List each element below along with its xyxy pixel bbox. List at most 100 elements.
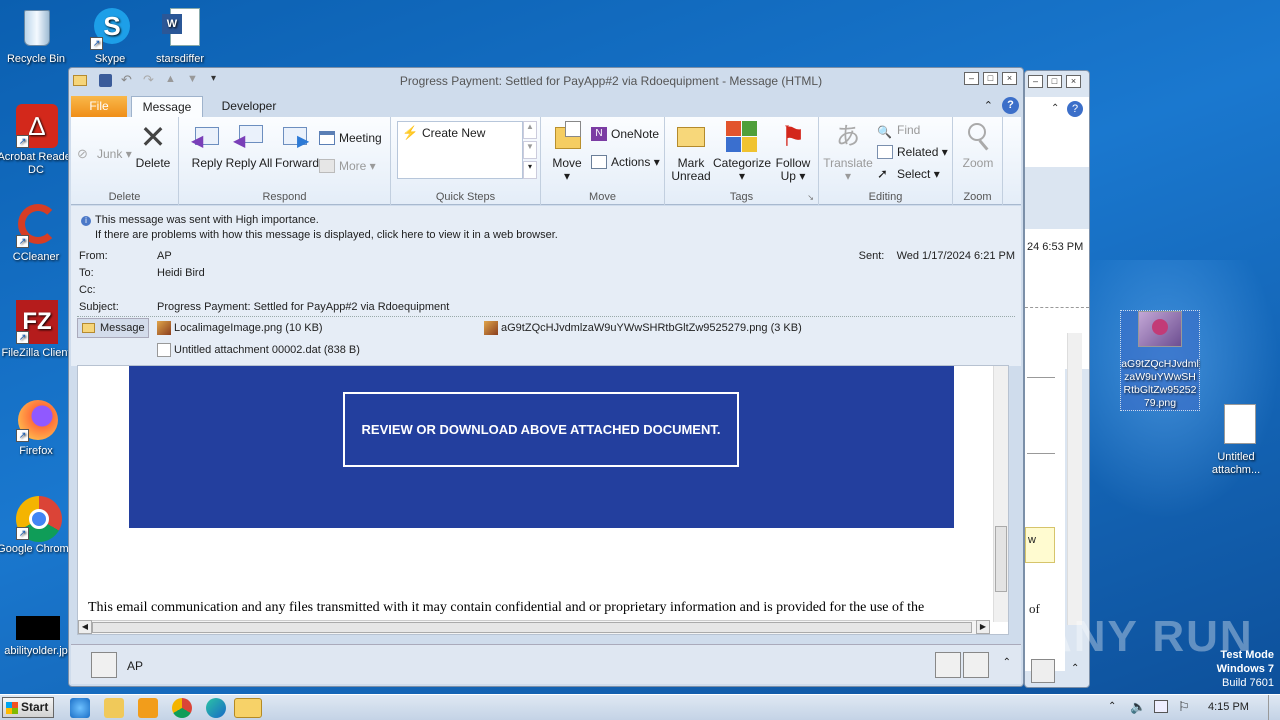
message-window[interactable]: ↶ ↷ ▲ ▼ ▾ Progress Payment: Settled for … [68,67,1024,687]
hscroll-thumb[interactable] [92,622,972,633]
junk-button[interactable]: ⊘ Junk ▾ [77,145,132,163]
chrome-icon[interactable] [172,698,192,718]
review-download-button[interactable]: REVIEW OR DOWNLOAD ABOVE ATTACHED DOCUME… [343,392,739,467]
mark-unread-button[interactable]: Mark Unread [667,121,715,183]
attachment-png[interactable]: aG9tZQcHJvdmlzaW9uYWwSHRtbGltZw9525279.p… [484,320,802,336]
volume-icon[interactable]: 🔈 [1130,699,1146,715]
quick-steps-scroll-down-icon[interactable]: ▼ [523,141,537,159]
ribbon-tabs: File Message Developer ⌃ ? [71,94,1021,118]
sent-time-partial: 24 6:53 PM [1027,241,1084,253]
select-button[interactable]: ➚ Select ▾ [877,165,940,183]
close-icon[interactable]: × [1066,75,1081,88]
onenote-button[interactable]: N OneNote [591,125,659,143]
title-bar[interactable]: ↶ ↷ ▲ ▼ ▾ Progress Payment: Settled for … [69,68,1023,94]
zoom-button[interactable]: Zoom [954,121,1002,170]
show-desktop-button[interactable] [1268,695,1280,720]
related-icon [877,145,893,159]
action-center-flag-icon[interactable]: ⚐ [1178,699,1190,715]
maximize-icon[interactable]: □ [983,72,998,85]
help-icon[interactable]: ? [1002,97,1019,114]
people-pane-expand-icon[interactable]: ⌃ [1071,663,1079,674]
quick-steps-more-icon[interactable]: ▾ [523,161,537,179]
group-label-quick-steps: Quick Steps [435,191,496,203]
tab-message[interactable]: Message [131,96,203,118]
message-header: i This message was sent with High import… [71,206,1021,366]
delete-x-icon: ✕ [139,119,167,155]
move-button[interactable]: Move ▾ [543,121,591,183]
google-chrome-icon[interactable]: ↗ Google Chrome [0,496,76,556]
delete-button[interactable]: ✕ Delete [129,121,177,170]
vertical-scrollbar[interactable] [993,366,1008,622]
from-value[interactable]: AP [157,250,172,262]
untitled-attachment-file-icon[interactable]: Untitled attachm... [1196,404,1276,477]
ccleaner-icon[interactable]: ↗ CCleaner [0,204,76,264]
maximize-icon[interactable]: □ [1047,75,1062,88]
message-attachment-tab[interactable]: Message [77,318,149,338]
quick-steps-scroll-up-icon[interactable]: ▲ [523,121,537,139]
tab-file[interactable]: File [71,96,127,118]
media-player-icon[interactable] [138,698,158,718]
minimize-icon[interactable]: – [964,72,979,85]
png-file-icon[interactable]: aG9tZQcHJvdmlzaW9uYWwSHRtbGltZw9525279.p… [1120,310,1200,411]
people-name[interactable]: AP [127,659,143,673]
recycle-bin-icon[interactable]: Recycle Bin [0,6,76,66]
background-window[interactable]: – □ × ? ⌃ 24 6:53 PM w of ⌃ [1024,70,1090,688]
more-respond-button[interactable]: More ▾ [319,157,376,175]
group-label-zoom: Zoom [963,191,992,203]
clock[interactable]: 4:15 PM [1208,701,1249,713]
word-doc-icon[interactable]: W starsdiffer [140,6,220,66]
translate-button[interactable]: あ Translate ▾ [821,121,875,183]
vertical-scrollbar[interactable] [1067,333,1082,625]
explorer-icon[interactable] [104,698,124,718]
forward-button[interactable]: ▶ Forward [273,121,321,170]
cursor-icon: ➚ [877,166,888,181]
sent-row: Sent: Wed 1/17/2024 6:21 PM [858,250,1015,262]
quick-steps-gallery[interactable]: ⚡ Create New [397,121,523,179]
people-pane-expand-icon[interactable]: ⌃ [1003,657,1011,668]
group-move: Move ▾ N OneNote Actions ▾ Move [541,117,665,205]
file-icon [157,343,171,357]
attachment-localimage[interactable]: LocalimageImage.png (10 KB) [157,320,323,336]
ie-icon[interactable] [70,698,90,718]
skype-icon[interactable]: S ↗ Skype [70,6,150,66]
group-tags: Mark Unread Categorize ▾ ⚑ Follow Up ▾ ↘ … [665,117,819,205]
reply-all-button[interactable]: ◀ Reply All [225,121,273,170]
minimize-icon[interactable]: – [1028,75,1043,88]
attachment-dat[interactable]: Untitled attachment 00002.dat (838 B) [157,342,360,358]
windows-logo-icon [6,702,18,714]
view-in-browser-link[interactable]: If there are problems with how this mess… [95,229,558,241]
move-folder-icon [551,121,583,153]
find-button[interactable]: 🔍 Find [877,121,920,139]
outlook-icon[interactable] [234,698,262,718]
to-value[interactable]: Heidi Bird [157,267,205,279]
vscroll-thumb[interactable] [995,526,1007,592]
horizontal-scrollbar[interactable] [92,620,976,634]
hscroll-right-icon[interactable]: ▶ [976,620,990,634]
acrobat-reader-icon[interactable]: ∆ ↗ Acrobat Reader DC [0,104,76,177]
abilityolder-file-icon[interactable]: abilityolder.jp [0,614,76,658]
message-body[interactable]: REVIEW OR DOWNLOAD ABOVE ATTACHED DOCUME… [77,365,1009,635]
hscroll-left-icon[interactable]: ◀ [78,620,92,634]
edge-icon[interactable] [206,698,226,718]
firefox-icon[interactable]: ↗ Firefox [0,398,76,458]
network-icon[interactable] [1154,700,1168,713]
ribbon-minimize-icon[interactable]: ⌃ [984,99,993,112]
close-icon[interactable]: × [1002,72,1017,85]
subject-value: Progress Payment: Settled for PayApp#2 v… [157,301,450,313]
follow-up-button[interactable]: ⚑ Follow Up ▾ [769,121,817,183]
ribbon-collapse-icon[interactable]: ⌃ [1051,103,1059,114]
reply-button[interactable]: ◀ Reply [183,121,231,170]
filezilla-icon[interactable]: FZ ↗ FileZilla Client [0,300,76,360]
start-button[interactable]: Start [2,697,54,718]
flag-icon: ⚑ [780,121,806,152]
create-new-quick-step[interactable]: ⚡ Create New [402,124,485,142]
meeting-button[interactable]: Meeting [319,129,382,147]
related-button[interactable]: Related ▾ [877,143,948,161]
tray-expand-icon[interactable]: ⌃ [1108,701,1116,712]
categorize-button[interactable]: Categorize ▾ [713,121,771,183]
actions-button[interactable]: Actions ▾ [591,153,660,171]
tab-developer[interactable]: Developer [207,96,291,118]
person-icon [935,652,961,678]
help-icon[interactable]: ? [1067,101,1083,117]
window-title: Progress Payment: Settled for PayApp#2 v… [399,74,823,88]
